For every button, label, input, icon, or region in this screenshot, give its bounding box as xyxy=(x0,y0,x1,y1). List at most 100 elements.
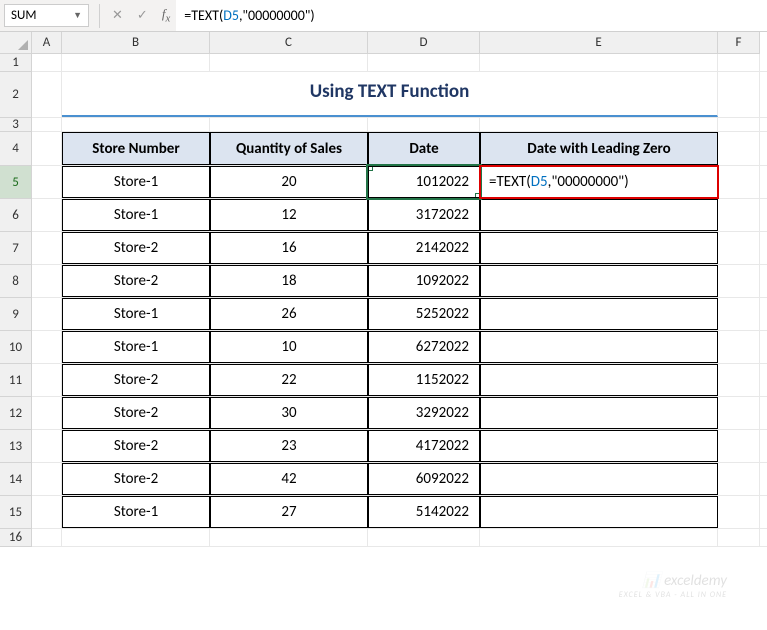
cell-E1[interactable] xyxy=(480,54,718,71)
cell-F8[interactable] xyxy=(718,265,760,297)
row-header-13[interactable]: 13 xyxy=(0,430,32,463)
cell-A5[interactable] xyxy=(32,166,62,198)
cell-A14[interactable] xyxy=(32,463,62,495)
row-header-16[interactable]: 16 xyxy=(0,529,32,547)
name-box[interactable]: SUM ▼ xyxy=(4,4,89,27)
header-qty[interactable]: Quantity of Sales xyxy=(210,132,368,165)
cell-D1[interactable] xyxy=(368,54,480,71)
formula-input[interactable]: =TEXT(D5,"00000000") xyxy=(176,0,767,31)
cell-lead[interactable] xyxy=(480,265,718,297)
cell-A11[interactable] xyxy=(32,364,62,396)
col-header-E[interactable]: E xyxy=(480,32,718,54)
cell-A3[interactable] xyxy=(32,118,62,131)
cell-A8[interactable] xyxy=(32,265,62,297)
cell-A13[interactable] xyxy=(32,430,62,462)
row-header-7[interactable]: 7 xyxy=(0,232,32,265)
cell-qty[interactable]: 10 xyxy=(210,331,368,363)
row-header-5[interactable]: 5 xyxy=(0,166,32,199)
cell-C1[interactable] xyxy=(210,54,368,71)
cell-date[interactable]: 2142022 xyxy=(368,232,480,264)
fx-icon[interactable]: fx xyxy=(162,6,170,25)
cell-lead[interactable] xyxy=(480,463,718,495)
cell-F5[interactable] xyxy=(718,166,760,198)
cell-E5-editing[interactable]: =TEXT(D5,"00000000") xyxy=(480,166,718,198)
cell-D5-referenced[interactable]: 1012022 xyxy=(368,166,480,198)
cell-date[interactable]: 3292022 xyxy=(368,397,480,429)
cell-F6[interactable] xyxy=(718,199,760,231)
header-date[interactable]: Date xyxy=(368,132,480,165)
cell-F10[interactable] xyxy=(718,331,760,363)
cell-F7[interactable] xyxy=(718,232,760,264)
select-all-corner[interactable] xyxy=(0,32,32,54)
cell-store[interactable]: Store-2 xyxy=(62,265,210,297)
cell-A15[interactable] xyxy=(32,496,62,528)
cell-store[interactable]: Store-2 xyxy=(62,232,210,264)
cell-date[interactable]: 6092022 xyxy=(368,463,480,495)
cell-lead[interactable] xyxy=(480,199,718,231)
cell-lead[interactable] xyxy=(480,496,718,528)
cell-lead[interactable] xyxy=(480,298,718,330)
cell-store[interactable]: Store-2 xyxy=(62,397,210,429)
cell-lead[interactable] xyxy=(480,430,718,462)
cell-date[interactable]: 5142022 xyxy=(368,496,480,528)
cell-A6[interactable] xyxy=(32,199,62,231)
cell-A4[interactable] xyxy=(32,132,62,165)
cancel-icon[interactable]: ✕ xyxy=(112,8,123,23)
cell-F3[interactable] xyxy=(718,118,760,131)
cell-F1[interactable] xyxy=(718,54,760,71)
cell-F16[interactable] xyxy=(718,529,760,546)
cell-qty[interactable]: 27 xyxy=(210,496,368,528)
row-header-2[interactable]: 2 xyxy=(0,72,32,118)
cell-A10[interactable] xyxy=(32,331,62,363)
cell-F4[interactable] xyxy=(718,132,760,165)
cell-E16[interactable] xyxy=(480,529,718,546)
cell-qty[interactable]: 12 xyxy=(210,199,368,231)
row-header-8[interactable]: 8 xyxy=(0,265,32,298)
row-header-12[interactable]: 12 xyxy=(0,397,32,430)
row-header-10[interactable]: 10 xyxy=(0,331,32,364)
cell-F2[interactable] xyxy=(718,72,760,117)
row-header-15[interactable]: 15 xyxy=(0,496,32,529)
cell-B3[interactable] xyxy=(62,118,210,131)
cell-store[interactable]: Store-2 xyxy=(62,430,210,462)
col-header-F[interactable]: F xyxy=(718,32,760,54)
cell-D3[interactable] xyxy=(368,118,480,131)
cell-qty[interactable]: 23 xyxy=(210,430,368,462)
cell-A7[interactable] xyxy=(32,232,62,264)
col-header-B[interactable]: B xyxy=(62,32,210,54)
chevron-down-icon[interactable]: ▼ xyxy=(73,10,82,21)
cell-A2[interactable] xyxy=(32,72,62,117)
row-header-1[interactable]: 1 xyxy=(0,54,32,72)
page-title[interactable]: Using TEXT Function xyxy=(62,72,718,117)
cell-B1[interactable] xyxy=(62,54,210,71)
row-header-3[interactable]: 3 xyxy=(0,118,32,132)
cell-A16[interactable] xyxy=(32,529,62,546)
cell-date[interactable]: 4172022 xyxy=(368,430,480,462)
col-header-D[interactable]: D xyxy=(368,32,480,54)
cell-qty[interactable]: 26 xyxy=(210,298,368,330)
cell-E3[interactable] xyxy=(480,118,718,131)
cell-date[interactable]: 5252022 xyxy=(368,298,480,330)
cell-qty[interactable]: 22 xyxy=(210,364,368,396)
header-store[interactable]: Store Number xyxy=(62,132,210,165)
cell-qty[interactable]: 16 xyxy=(210,232,368,264)
cell-date[interactable]: 1152022 xyxy=(368,364,480,396)
row-header-4[interactable]: 4 xyxy=(0,132,32,166)
cell-F11[interactable] xyxy=(718,364,760,396)
cell-C3[interactable] xyxy=(210,118,368,131)
cell-qty[interactable]: 20 xyxy=(210,166,368,198)
row-header-9[interactable]: 9 xyxy=(0,298,32,331)
cell-A9[interactable] xyxy=(32,298,62,330)
cell-lead[interactable] xyxy=(480,397,718,429)
cell-lead[interactable] xyxy=(480,232,718,264)
cell-F14[interactable] xyxy=(718,463,760,495)
cell-F13[interactable] xyxy=(718,430,760,462)
cell-store[interactable]: Store-1 xyxy=(62,199,210,231)
cell-A1[interactable] xyxy=(32,54,62,71)
cell-A12[interactable] xyxy=(32,397,62,429)
col-header-C[interactable]: C xyxy=(210,32,368,54)
cell-date[interactable]: 3172022 xyxy=(368,199,480,231)
cell-C16[interactable] xyxy=(210,529,368,546)
cell-lead[interactable] xyxy=(480,331,718,363)
cell-qty[interactable]: 30 xyxy=(210,397,368,429)
